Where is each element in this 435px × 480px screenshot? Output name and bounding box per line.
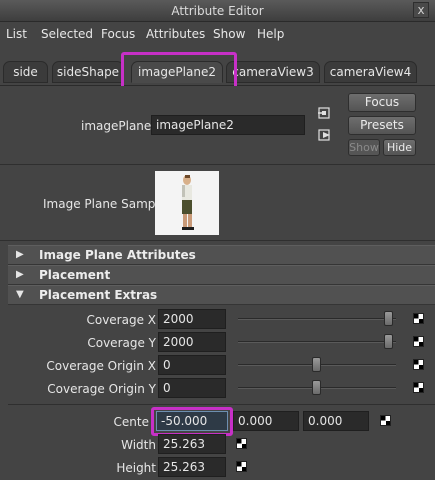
map-checker-icon[interactable] xyxy=(236,461,247,472)
window-title: Attribute Editor xyxy=(171,4,264,18)
tab-cameraview3[interactable]: cameraView3 xyxy=(226,61,320,83)
title-bar: Attribute Editor x xyxy=(0,0,435,22)
node-name-field[interactable]: imagePlane2 xyxy=(151,115,305,135)
hide-button[interactable]: Hide xyxy=(383,139,416,156)
expand-arrow-icon: ▶ xyxy=(16,269,24,280)
figure-sample-image xyxy=(182,175,194,230)
section-placement-extras[interactable]: ▼ Placement Extras xyxy=(8,285,435,305)
presets-button[interactable]: Presets xyxy=(348,116,416,135)
map-checker-icon[interactable] xyxy=(413,359,424,370)
center-z-field[interactable]: 0.000 xyxy=(303,411,369,431)
menu-attributes[interactable]: Attributes xyxy=(146,27,205,41)
input-connection-icon[interactable] xyxy=(318,106,332,120)
coverage-origin-y-label: Coverage Origin Y xyxy=(47,382,156,396)
show-button[interactable]: Show xyxy=(348,139,380,156)
close-icon[interactable]: x xyxy=(413,2,429,18)
section-image-plane-attributes[interactable]: ▶ Image Plane Attributes xyxy=(8,245,435,265)
menu-bar: List Selected Focus Attributes Show Help xyxy=(0,23,435,45)
attributes-separator xyxy=(8,404,435,405)
coverage-origin-x-label: Coverage Origin X xyxy=(46,359,156,373)
section-label: Placement Extras xyxy=(39,288,158,302)
image-plane-sample-thumbnail xyxy=(155,171,219,235)
coverage-y-slider[interactable] xyxy=(238,341,396,343)
menu-show[interactable]: Show xyxy=(213,27,245,41)
center-highlight-annotation xyxy=(151,407,233,436)
center-label: Cente xyxy=(113,415,149,429)
output-connection-icon[interactable] xyxy=(318,128,332,142)
coverage-origin-y-slider-handle[interactable] xyxy=(312,380,321,395)
coverage-x-slider-handle[interactable] xyxy=(384,311,393,326)
image-plane-sample-label: Image Plane Sample xyxy=(43,197,167,211)
coverage-y-field[interactable]: 2000 xyxy=(158,332,226,352)
section-label: Placement xyxy=(39,268,111,282)
coverage-y-label: Coverage Y xyxy=(87,336,156,350)
coverage-y-slider-handle[interactable] xyxy=(384,334,393,349)
collapse-arrow-icon: ▼ xyxy=(16,289,24,300)
map-checker-icon[interactable] xyxy=(380,415,391,426)
header-separator xyxy=(0,164,435,165)
tab-side[interactable]: side xyxy=(3,61,48,83)
coverage-x-slider[interactable] xyxy=(238,318,396,320)
menu-list[interactable]: List xyxy=(6,27,27,41)
map-checker-icon[interactable] xyxy=(236,438,247,449)
menu-selected[interactable]: Selected xyxy=(41,27,93,41)
tab-cameraview4[interactable]: cameraView4 xyxy=(324,61,417,83)
coverage-origin-x-slider-handle[interactable] xyxy=(312,357,321,372)
coverage-origin-y-field[interactable]: 0 xyxy=(158,378,226,398)
node-name-label: imagePlane: xyxy=(81,119,156,133)
coverage-x-label: Coverage X xyxy=(86,313,156,327)
height-field[interactable]: 25.263 xyxy=(158,457,226,477)
expand-arrow-icon: ▶ xyxy=(16,249,24,260)
map-checker-icon[interactable] xyxy=(413,336,424,347)
width-label: Width xyxy=(121,438,156,452)
map-checker-icon[interactable] xyxy=(413,313,424,324)
sample-separator xyxy=(0,240,435,241)
section-label: Image Plane Attributes xyxy=(39,248,196,262)
coverage-origin-x-field[interactable]: 0 xyxy=(158,355,226,375)
menu-help[interactable]: Help xyxy=(257,27,284,41)
height-label: Height xyxy=(116,461,156,475)
section-placement[interactable]: ▶ Placement xyxy=(8,265,435,285)
map-checker-icon[interactable] xyxy=(413,382,424,393)
menu-focus[interactable]: Focus xyxy=(101,27,135,41)
center-y-field[interactable]: 0.000 xyxy=(233,411,299,431)
focus-button[interactable]: Focus xyxy=(348,93,416,112)
coverage-x-field[interactable]: 2000 xyxy=(158,309,226,329)
tab-sideshape[interactable]: sideShape xyxy=(52,61,124,83)
width-field[interactable]: 25.263 xyxy=(158,434,226,454)
